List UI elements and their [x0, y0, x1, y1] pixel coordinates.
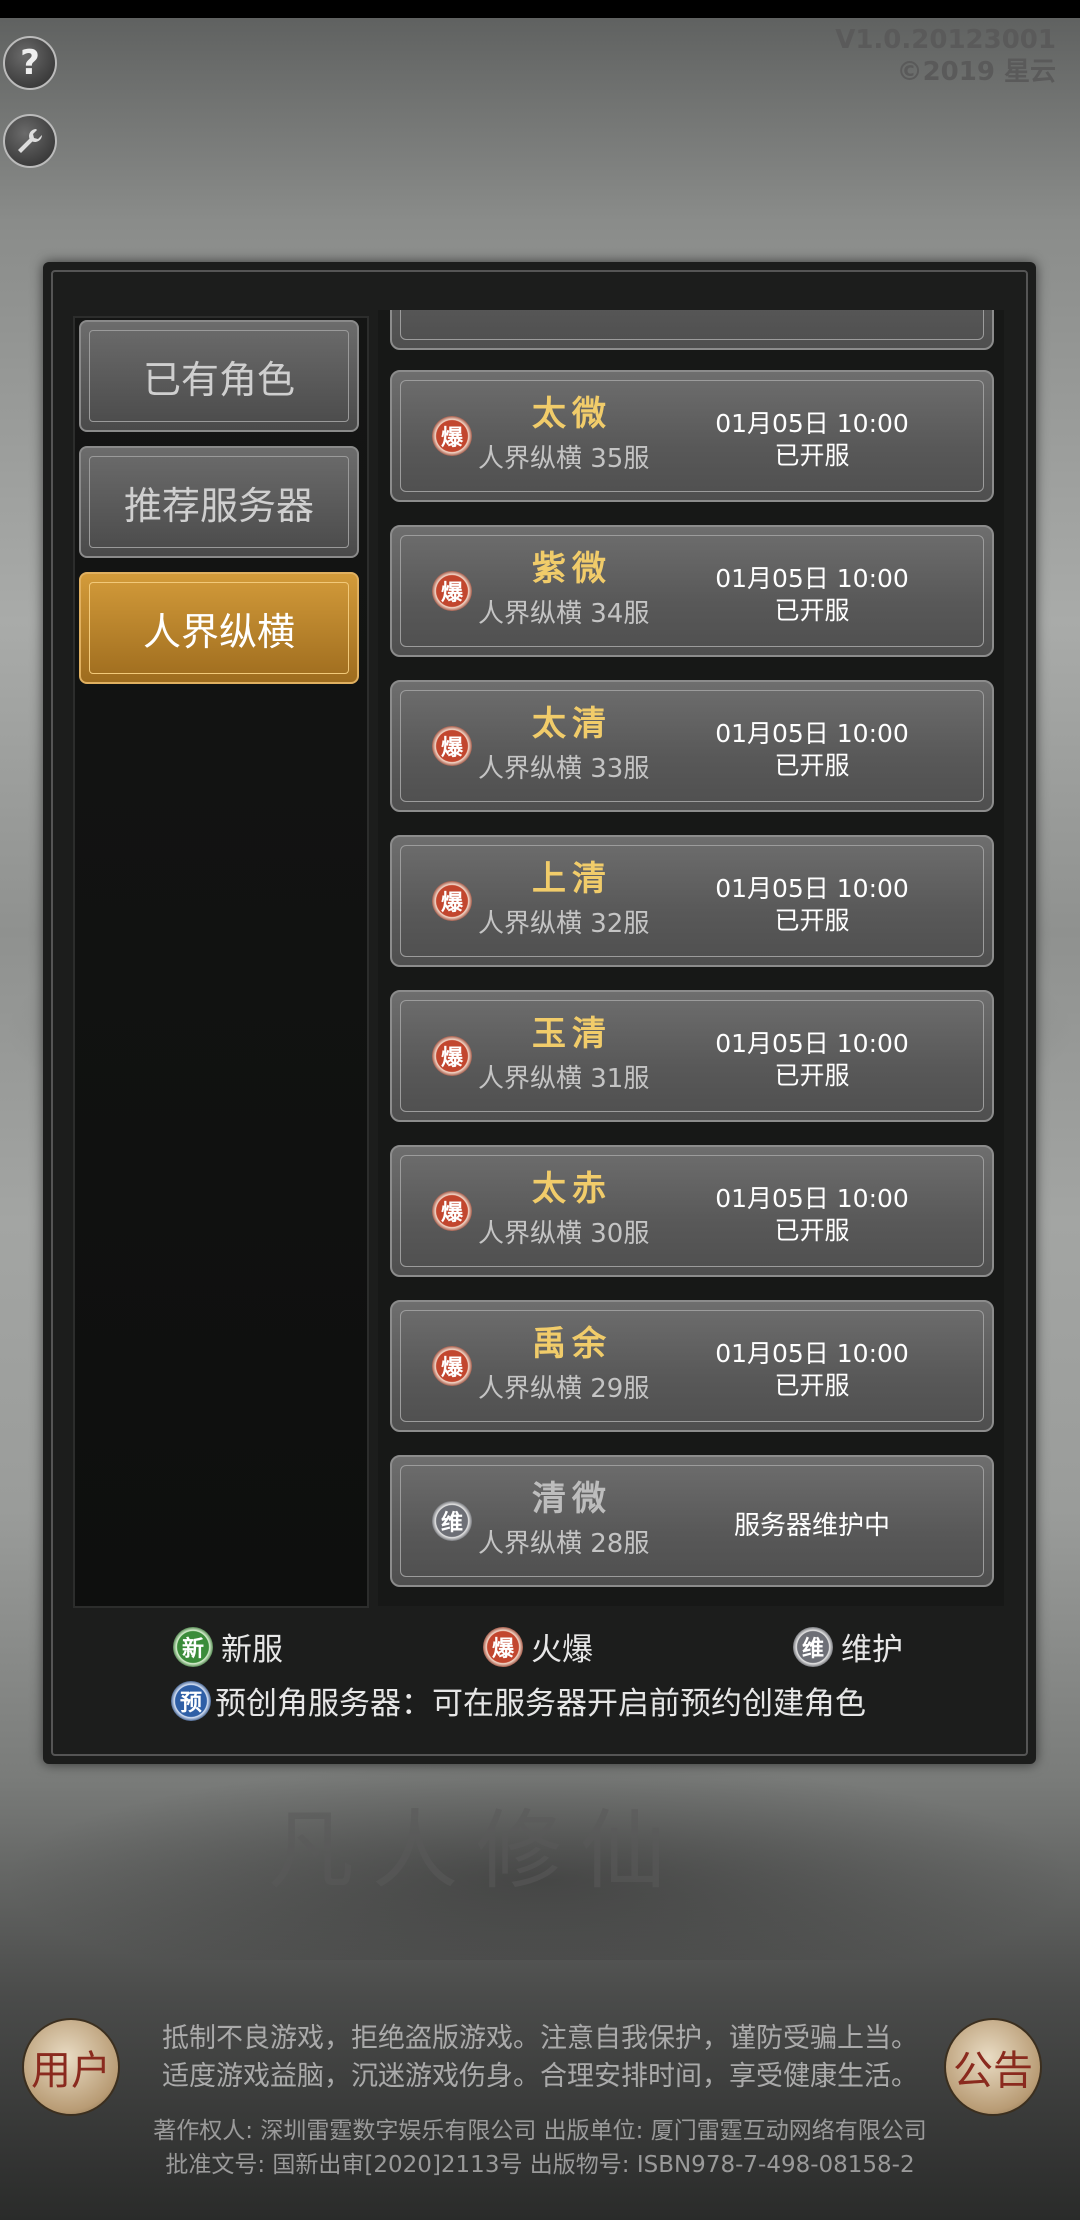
server-name: 太微	[532, 394, 612, 434]
copyright-holder: 著作权人: 深圳雷霆数字娱乐有限公司 出版单位: 厦门雷霆互动网络有限公司	[153, 2118, 927, 2144]
server-card[interactable]: 爆 玉清 人界纵横 31服 01月05日 10:00 已开服	[390, 990, 994, 1122]
server-name: 禹余	[532, 1324, 612, 1364]
server-card[interactable]: 爆 太微 人界纵横 35服 01月05日 10:00 已开服	[390, 370, 994, 502]
legend-precreate: 预 预创角服务器：可在服务器开启前预约创建角色	[171, 1678, 866, 1723]
server-card[interactable]: 爆 太清 人界纵横 33服 01月05日 10:00 已开服	[390, 680, 994, 812]
server-time: 01月05日 10:00	[715, 409, 909, 438]
server-status: 已开服	[774, 1061, 850, 1090]
server-open-info: 01月05日 10:00 已开服	[702, 1338, 922, 1402]
user-icon: 用户	[31, 2048, 111, 2094]
footer: 抵制不良游戏，拒绝盗版游戏。注意自我保护，谨防受骗上当。 适度游戏益脑，沉迷游戏…	[0, 2020, 1080, 2182]
server-time: 01月05日 10:00	[715, 1029, 909, 1058]
server-card[interactable]: 爆 太赤 人界纵横 30服 01月05日 10:00 已开服	[390, 1145, 994, 1277]
server-name: 太赤	[532, 1169, 612, 1209]
hot-badge-icon: 爆	[432, 1346, 472, 1386]
hot-badge-icon: 爆	[432, 726, 472, 766]
server-name: 清微	[532, 1479, 612, 1519]
server-time: 01月05日 10:00	[715, 1184, 909, 1213]
server-open-info: 01月05日 10:00 已开服	[702, 1183, 922, 1247]
server-status: 已开服	[774, 441, 850, 470]
server-open-info: 01月05日 10:00 已开服	[702, 408, 922, 472]
server-zone: 人界纵横 28服	[478, 1529, 650, 1559]
approval-number: 批准文号: 国新出审[2020]2113号 出版物号: ISBN978-7-49…	[165, 2152, 915, 2178]
version-info: V1.0.20123001 ©2019 星云	[835, 24, 1056, 88]
server-card[interactable]: 爆 禹余 人界纵横 29服 01月05日 10:00 已开服	[390, 1300, 994, 1432]
server-name: 玉清	[532, 1014, 612, 1054]
server-zone: 人界纵横 35服	[478, 444, 650, 474]
legend-label: 新服	[221, 1632, 283, 1668]
hot-badge-icon: 爆	[483, 1626, 523, 1667]
server-card[interactable]: 维 清微 人界纵横 28服 服务器维护中	[390, 1455, 994, 1587]
server-name: 上清	[532, 859, 612, 899]
legend-new: 新 新服	[173, 1624, 283, 1669]
tab-label: 推荐服务器	[123, 483, 314, 528]
user-button[interactable]: 用户	[22, 2018, 120, 2116]
maintenance-badge-icon: 维	[793, 1626, 833, 1667]
server-open-info: 01月05日 10:00 已开服	[702, 873, 922, 937]
wrench-icon	[18, 129, 42, 153]
hot-badge-icon: 爆	[432, 416, 472, 456]
tab-label: 人界纵横	[142, 609, 295, 654]
server-status: 已开服	[774, 1371, 850, 1400]
tab-label: 已有角色	[142, 357, 295, 402]
server-open-info: 01月05日 10:00 已开服	[702, 563, 922, 627]
server-open-info: 01月05日 10:00 已开服	[702, 718, 922, 782]
legend-hot: 爆 火爆	[483, 1624, 593, 1669]
question-icon: ?	[20, 43, 40, 83]
health-notice-2: 适度游戏益脑，沉迷游戏伤身。合理安排时间，享受健康生活。	[162, 2061, 918, 2092]
version-number: V1.0.20123001	[835, 25, 1056, 55]
server-time: 01月05日 10:00	[715, 1339, 909, 1368]
help-button[interactable]: ?	[3, 36, 57, 90]
server-zone: 人界纵横 30服	[478, 1219, 650, 1249]
game-logo-watermark: 凡人修仙	[268, 1801, 684, 1901]
legend-label: 预创角服务器：可在服务器开启前预约创建角色	[215, 1686, 866, 1722]
legend-label: 火爆	[531, 1632, 593, 1668]
server-status: 已开服	[774, 751, 850, 780]
server-card-partial[interactable]	[390, 310, 994, 350]
server-status: 已开服	[774, 596, 850, 625]
server-card[interactable]: 爆 紫微 人界纵横 34服 01月05日 10:00 已开服	[390, 525, 994, 657]
legend-label: 维护	[841, 1632, 903, 1668]
health-notice-1: 抵制不良游戏，拒绝盗版游戏。注意自我保护，谨防受骗上当。	[162, 2023, 918, 2054]
status-bar	[0, 0, 1080, 18]
server-zone: 人界纵横 32服	[478, 909, 650, 939]
server-list[interactable]: 爆 太微 人界纵横 35服 01月05日 10:00 已开服 爆 紫微 人界纵横…	[378, 310, 1004, 1606]
server-time: 01月05日 10:00	[715, 564, 909, 593]
legend-maintenance: 维 维护	[793, 1624, 903, 1669]
server-open-info: 01月05日 10:00 已开服	[702, 1028, 922, 1092]
settings-button[interactable]	[3, 114, 57, 168]
new-badge-icon: 新	[173, 1626, 213, 1667]
precreate-badge-icon: 预	[171, 1680, 211, 1721]
server-name: 紫微	[532, 549, 612, 589]
server-status: 已开服	[774, 906, 850, 935]
server-zone: 人界纵横 29服	[478, 1374, 650, 1404]
hot-badge-icon: 爆	[432, 1191, 472, 1231]
hot-badge-icon: 爆	[432, 571, 472, 611]
server-time: 01月05日 10:00	[715, 719, 909, 748]
server-zone: 人界纵横 34服	[478, 599, 650, 629]
server-time: 01月05日 10:00	[715, 874, 909, 903]
server-zone: 人界纵横 33服	[478, 754, 650, 784]
server-status: 已开服	[774, 1216, 850, 1245]
server-zone: 人界纵横 31服	[478, 1064, 650, 1094]
tab-recommended-servers[interactable]: 推荐服务器	[79, 446, 359, 558]
hot-badge-icon: 爆	[432, 881, 472, 921]
hot-badge-icon: 爆	[432, 1036, 472, 1076]
notice-button[interactable]: 公告	[944, 2018, 1042, 2116]
tab-renjie-zongheng[interactable]: 人界纵横	[79, 572, 359, 684]
server-status: 服务器维护中	[733, 1511, 890, 1541]
notice-icon: 公告	[953, 2048, 1033, 2094]
maintenance-badge-icon: 维	[432, 1501, 472, 1541]
copyright: ©2019 星云	[896, 57, 1056, 87]
server-name: 太清	[532, 704, 612, 744]
server-card[interactable]: 爆 上清 人界纵横 32服 01月05日 10:00 已开服	[390, 835, 994, 967]
tab-existing-roles[interactable]: 已有角色	[79, 320, 359, 432]
